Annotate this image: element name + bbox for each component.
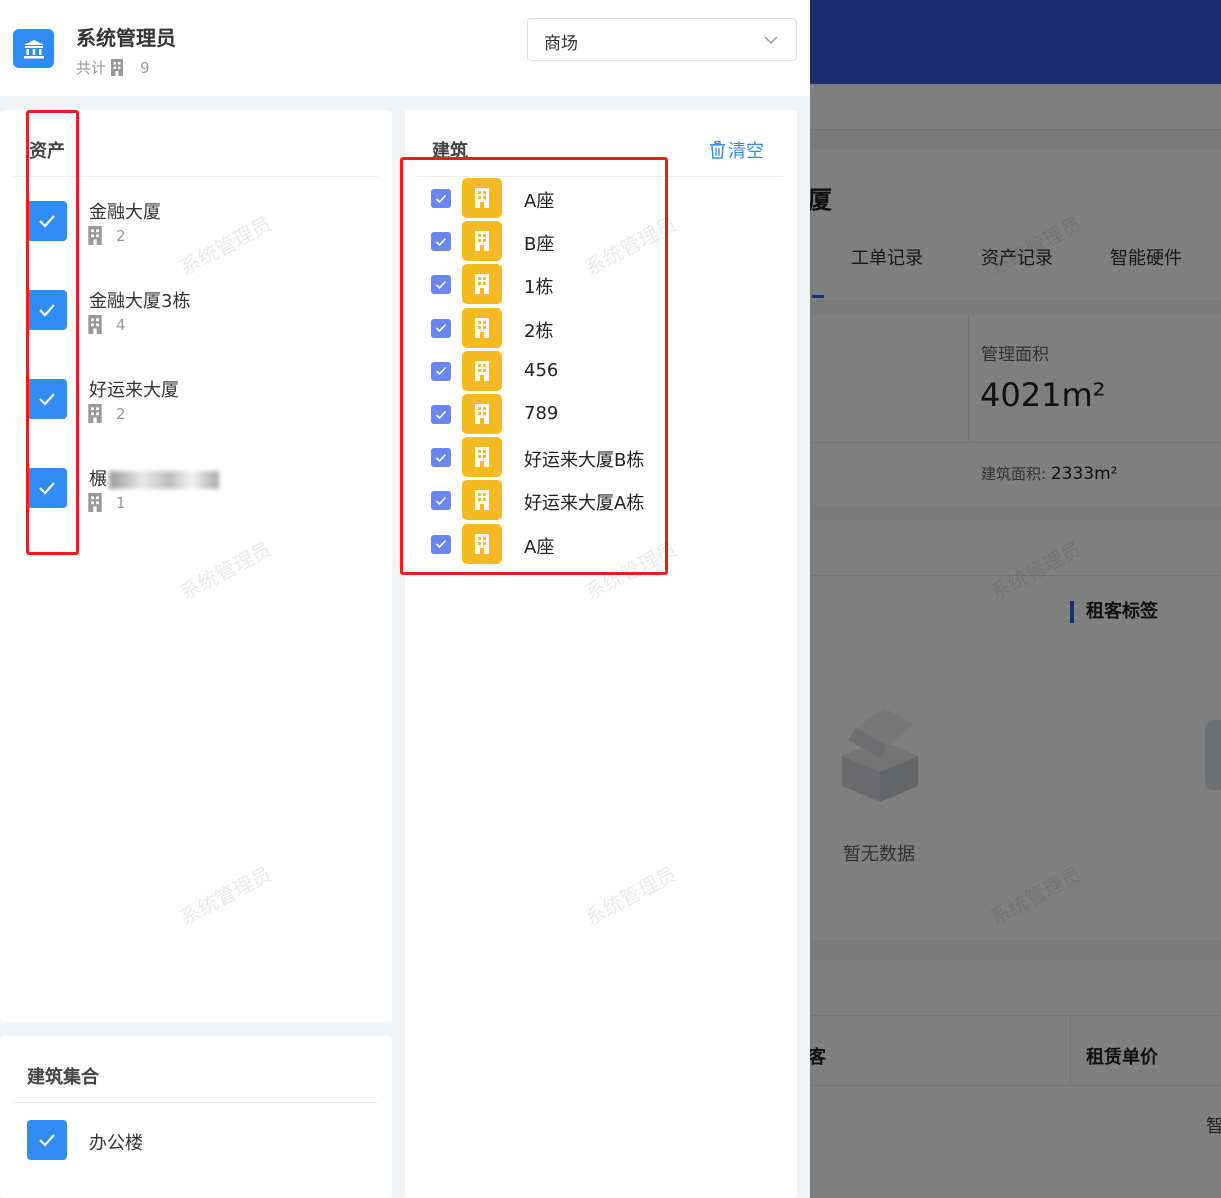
- building-icon: [88, 493, 102, 512]
- asset-building-count: 2: [87, 404, 126, 423]
- category-select[interactable]: 商场: [527, 18, 797, 61]
- clear-button[interactable]: 清空: [709, 137, 764, 163]
- building-icon: [88, 226, 102, 245]
- asset-name[interactable]: 金融大厦: [89, 198, 161, 224]
- check-icon: [39, 1134, 55, 1147]
- trash-icon: [710, 141, 725, 159]
- drawer-header: 系统管理员 共计 9 商场: [0, 0, 810, 96]
- redacted-text: [109, 471, 219, 489]
- asset-building-count: 2: [87, 226, 126, 245]
- highlight-box: [400, 157, 668, 575]
- asset-name[interactable]: 好运来大厦: [89, 376, 179, 402]
- building-icon: [111, 59, 124, 76]
- divider: [13, 1102, 378, 1103]
- user-name: 系统管理员: [76, 26, 176, 50]
- group-checkbox[interactable]: [27, 1120, 67, 1160]
- asset-building-count: 4: [87, 315, 126, 334]
- asset-picker-drawer: 系统管理员 共计 9 商场 资产 金融大厦 2 金融大厦3栋 4 好运来大厦 2: [0, 0, 810, 1198]
- chevron-down-icon: [764, 36, 778, 45]
- asset-name-redacted[interactable]: 榐: [89, 465, 219, 491]
- building-group-title: 建筑集合: [27, 1067, 99, 1088]
- building-icon: [88, 315, 102, 334]
- asset-name[interactable]: 金融大厦3栋: [89, 287, 190, 313]
- asset-building-count: 1: [87, 493, 126, 512]
- bank-icon: [13, 29, 54, 68]
- building-icon: [88, 404, 102, 423]
- category-select-value: 商场: [544, 34, 578, 54]
- group-name[interactable]: 办公楼: [89, 1129, 143, 1155]
- building-group-panel: [0, 1036, 392, 1198]
- highlight-box: [26, 110, 79, 555]
- total-count: 共计 9: [76, 58, 150, 78]
